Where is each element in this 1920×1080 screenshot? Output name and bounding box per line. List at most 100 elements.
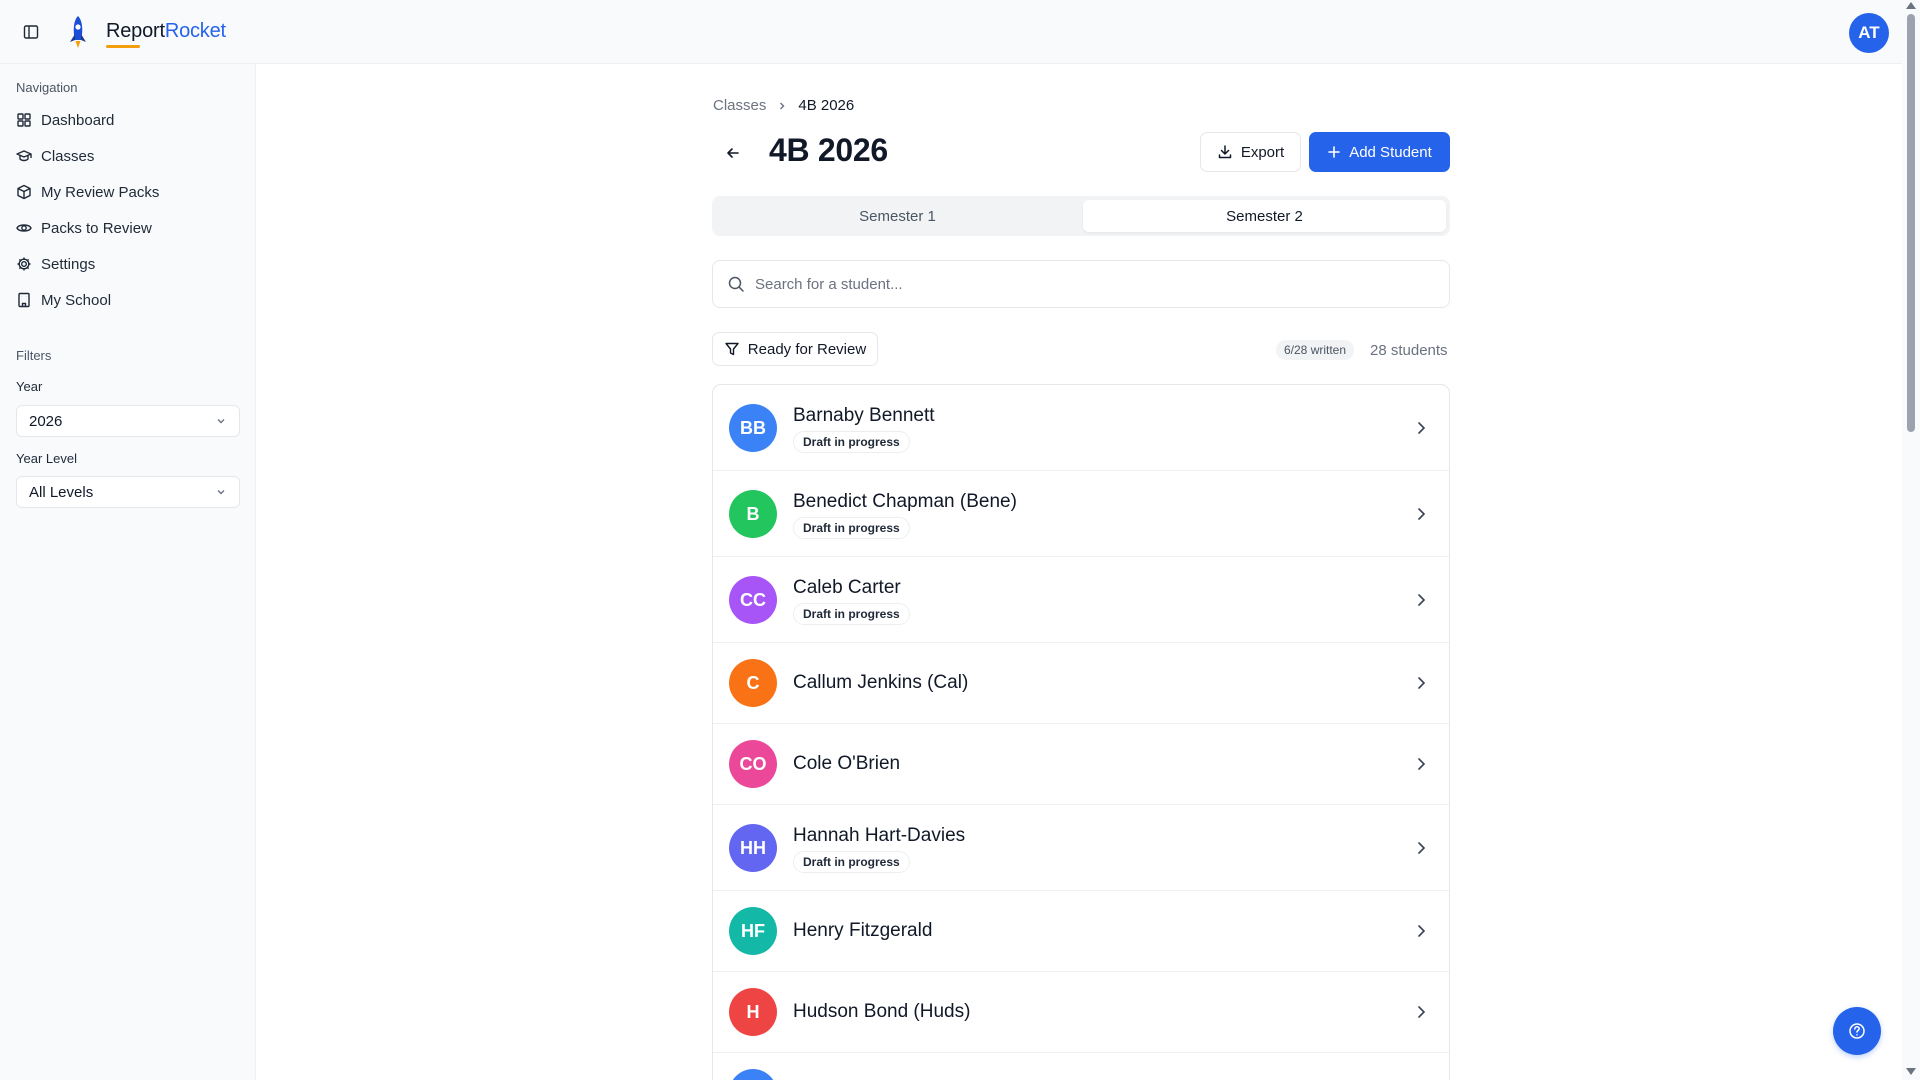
avatar: C <box>729 659 777 707</box>
student-row[interactable]: CC Caleb Carter Draft in progress <box>713 557 1449 643</box>
sidebar-item-settings[interactable]: Settings <box>16 252 236 276</box>
avatar: H <box>729 988 777 1036</box>
building-icon <box>18 292 30 308</box>
logo-underline <box>106 45 140 48</box>
year-level-select[interactable]: All Levels <box>16 476 240 508</box>
tab-semester-2[interactable]: Semester 2 <box>1083 200 1446 232</box>
status-badge: Draft in progress <box>793 431 910 453</box>
sidebar-item-label: Settings <box>41 255 96 273</box>
sidebar-item-packs-to-review[interactable]: Packs to Review <box>16 216 236 240</box>
main-content: Classes 4B 2026 4B 2026 Export Add Stude… <box>257 64 1902 1080</box>
avatar: CC <box>729 576 777 624</box>
search-input[interactable] <box>755 275 1449 293</box>
rocket-logo-icon <box>64 14 92 50</box>
avatar: HH <box>729 824 777 872</box>
scroll-up-arrow-icon[interactable] <box>1906 2 1916 9</box>
gear-icon <box>17 257 31 271</box>
search-box <box>712 260 1450 308</box>
plus-icon <box>1328 146 1341 158</box>
back-button[interactable] <box>720 140 746 166</box>
page-title: 4B 2026 <box>769 132 888 168</box>
status-badge: Draft in progress <box>793 851 910 873</box>
sidebar-item-label: My School <box>41 291 112 309</box>
written-count-badge: 6/28 written <box>1276 340 1355 360</box>
chevron-right-icon <box>1411 504 1431 524</box>
student-name: Callum Jenkins (Cal) <box>793 672 969 693</box>
student-row[interactable]: C Callum Jenkins (Cal) <box>713 643 1449 724</box>
add-student-button[interactable]: Add Student <box>1309 132 1450 172</box>
sidebar-item-label: Packs to Review <box>41 219 152 237</box>
scroll-down-arrow-icon[interactable] <box>1906 1068 1916 1075</box>
student-row[interactable]: HH Hannah Hart-Davies Draft in progress <box>713 805 1449 891</box>
chevron-right-icon <box>780 102 785 109</box>
year-select-value: 2026 <box>29 412 63 430</box>
student-list: BB Barnaby Bennett Draft in progress B B… <box>712 384 1450 1080</box>
year-select[interactable]: 2026 <box>16 405 240 437</box>
sidebar-item-my-review-packs[interactable]: My Review Packs <box>16 180 236 204</box>
student-row[interactable]: BB Barnaby Bennett Draft in progress <box>713 385 1449 471</box>
help-button[interactable] <box>1833 1007 1881 1055</box>
sidebar-item-label: Dashboard <box>41 111 115 129</box>
tab-semester-1[interactable]: Semester 1 <box>716 200 1079 232</box>
sidebar-item-classes[interactable]: Classes <box>16 144 236 168</box>
filter-icon <box>725 342 739 356</box>
avatar: B <box>729 490 777 538</box>
sidebar: Navigation Dashboard Classes My Review P… <box>0 64 256 1080</box>
user-avatar[interactable]: AT <box>1849 13 1889 53</box>
student-row[interactable]: H Hudson Bond (Huds) <box>713 972 1449 1053</box>
chevron-right-icon <box>1411 1002 1431 1022</box>
student-name: Hudson Bond (Huds) <box>793 1001 971 1022</box>
eye-icon <box>16 224 32 232</box>
sidebar-toggle-icon[interactable] <box>20 21 42 43</box>
sidebar-item-label: My Review Packs <box>41 183 160 201</box>
app-name: ReportRocket <box>106 20 226 42</box>
student-name: Benedict Chapman (Bene) <box>793 491 1017 512</box>
breadcrumb-classes-link[interactable]: Classes <box>713 97 766 114</box>
chevron-right-icon <box>1411 673 1431 693</box>
year-level-label: Year Level <box>16 451 77 466</box>
nav-heading: Navigation <box>16 80 78 95</box>
export-label: Export <box>1240 143 1285 161</box>
avatar: HF <box>729 907 777 955</box>
help-circle-icon <box>1849 1023 1865 1039</box>
chevron-right-icon <box>1411 921 1431 941</box>
semester-tabs: Semester 1 Semester 2 <box>712 196 1450 236</box>
student-name: Caleb Carter <box>793 577 901 598</box>
export-button[interactable]: Export <box>1200 132 1301 172</box>
year-level-select-value: All Levels <box>29 483 94 501</box>
breadcrumb-current: 4B 2026 <box>798 97 855 114</box>
avatar <box>729 1069 777 1080</box>
student-row[interactable] <box>713 1053 1449 1080</box>
search-icon <box>728 276 744 292</box>
sidebar-item-dashboard[interactable]: Dashboard <box>16 108 236 132</box>
chevron-right-icon <box>1411 418 1431 438</box>
top-bar: ReportRocket AT <box>0 0 1902 64</box>
year-label: Year <box>16 379 43 394</box>
sidebar-item-label: Classes <box>41 147 95 165</box>
student-name: Barnaby Bennett <box>793 405 935 426</box>
grid-icon <box>17 113 31 127</box>
ready-for-review-filter-button[interactable]: Ready for Review <box>712 332 878 366</box>
sidebar-item-my-school[interactable]: My School <box>16 288 236 312</box>
chevron-down-icon <box>217 419 225 424</box>
arrow-left-icon <box>727 148 739 158</box>
student-row[interactable]: CO Cole O'Brien <box>713 724 1449 805</box>
status-badge: Draft in progress <box>793 517 910 539</box>
download-icon <box>1218 145 1232 159</box>
breadcrumb: Classes 4B 2026 <box>713 97 854 114</box>
student-row[interactable]: B Benedict Chapman (Bene) Draft in progr… <box>713 471 1449 557</box>
package-icon <box>17 184 31 200</box>
status-badge: Draft in progress <box>793 603 910 625</box>
avatar: CO <box>729 740 777 788</box>
page-scrollbar[interactable] <box>1902 0 1920 1080</box>
student-row[interactable]: HF Henry Fitzgerald <box>713 891 1449 972</box>
scroll-thumb[interactable] <box>1907 14 1915 432</box>
chevron-right-icon <box>1411 754 1431 774</box>
student-name: Hannah Hart-Davies <box>793 825 966 846</box>
chevron-right-icon <box>1411 590 1431 610</box>
filters-heading: Filters <box>16 348 52 363</box>
student-name: Cole O'Brien <box>793 753 901 774</box>
chevron-down-icon <box>217 490 225 495</box>
add-student-label: Add Student <box>1349 143 1432 161</box>
graduation-cap-icon <box>16 150 32 162</box>
